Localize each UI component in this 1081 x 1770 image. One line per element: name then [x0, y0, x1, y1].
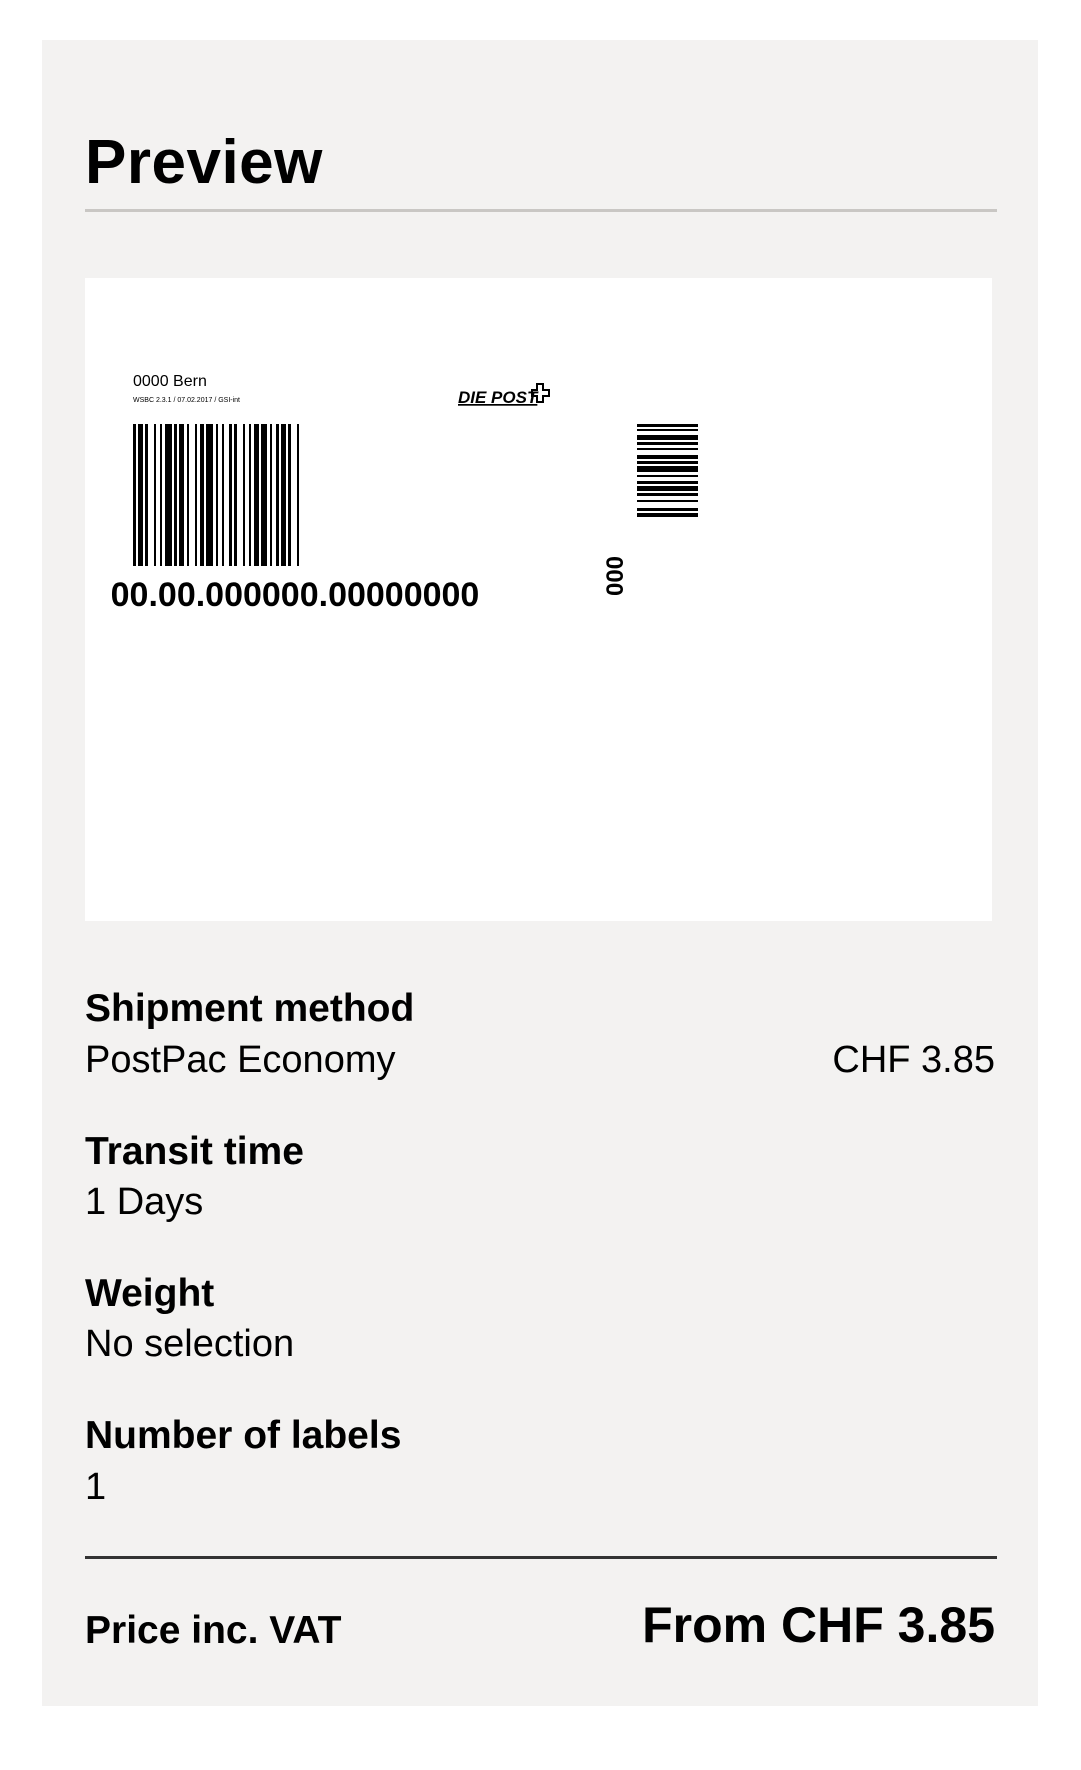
die-post-logo-text: DIE POST: [458, 388, 539, 407]
barcode-bar: [234, 424, 237, 566]
barcode-bar: [165, 424, 172, 566]
price-total: From CHF 3.85: [642, 1597, 995, 1653]
barcode-bar: [261, 424, 267, 566]
label-version-line: WSBC 2.3.1 / 07.02.2017 / GSI-int: [133, 397, 240, 404]
barcode-bar: [297, 424, 299, 566]
barcode-bar: [206, 424, 213, 566]
side-barcode-bar: [637, 461, 698, 464]
weight-value: No selection: [85, 1323, 295, 1365]
barcode-bar: [270, 424, 272, 566]
barcode-bar: [174, 424, 177, 566]
barcode-bar: [179, 424, 184, 566]
tracking-barcode: [133, 424, 299, 566]
total-divider: [85, 1556, 997, 1559]
side-barcode-bar: [637, 486, 698, 491]
shipment-method-value: PostPac Economy: [85, 1039, 396, 1081]
barcode-bar: [249, 424, 251, 566]
barcode-bar: [187, 424, 189, 566]
title-divider: [85, 209, 997, 212]
transit-time-value: 1 Days: [85, 1181, 204, 1223]
transit-time-title: Transit time: [85, 1130, 304, 1173]
preview-panel: Preview 0000 Bern WSBC 2.3.1 / 07.02.201…: [42, 40, 1038, 1706]
barcode-bar: [288, 424, 291, 566]
side-barcode-bar: [637, 513, 698, 517]
shipment-method-title: Shipment method: [85, 987, 415, 1030]
barcode-bar: [222, 424, 224, 566]
weight-title: Weight: [85, 1272, 215, 1315]
side-barcode-bar: [637, 424, 698, 427]
side-barcode-bar: [637, 448, 698, 450]
barcode-bar: [160, 424, 162, 566]
barcode-bar: [229, 424, 232, 566]
barcode-bar: [216, 424, 218, 566]
barcode-bar: [281, 424, 286, 566]
side-barcode-bar: [637, 429, 698, 431]
barcode-bar: [195, 424, 197, 566]
tracking-number: 00.00.000000.00000000: [111, 576, 480, 614]
side-barcode: [637, 424, 698, 517]
barcode-bar: [243, 424, 245, 566]
barcode-bar: [145, 424, 148, 566]
barcode-bar: [133, 424, 136, 566]
side-barcode-bar: [637, 435, 698, 440]
side-barcode-bar: [637, 442, 698, 445]
barcode-bar: [276, 424, 279, 566]
side-barcode-bar: [637, 475, 698, 477]
side-code: 000: [602, 556, 629, 596]
preview-title: Preview: [85, 128, 323, 197]
label-location: 0000 Bern: [133, 373, 207, 390]
barcode-bar: [254, 424, 259, 566]
number-of-labels-value: 1: [85, 1466, 107, 1508]
shipment-method-price: CHF 3.85: [832, 1039, 995, 1081]
barcode-bar: [200, 424, 204, 566]
side-barcode-bar: [637, 455, 698, 459]
price-label: Price inc. VAT: [85, 1609, 342, 1652]
shipping-label-preview: 0000 Bern WSBC 2.3.1 / 07.02.2017 / GSI-…: [85, 278, 992, 921]
number-of-labels-title: Number of labels: [85, 1414, 402, 1457]
side-barcode-bar: [637, 508, 698, 511]
barcode-bar: [138, 424, 143, 566]
barcode-bar: [154, 424, 156, 566]
label-artwork: 0000 Bern WSBC 2.3.1 / 07.02.2017 / GSI-…: [111, 373, 698, 614]
side-barcode-bar: [637, 481, 698, 484]
side-barcode-bar: [637, 466, 698, 472]
side-barcode-bar: [637, 493, 698, 496]
side-barcode-bar: [637, 500, 698, 502]
